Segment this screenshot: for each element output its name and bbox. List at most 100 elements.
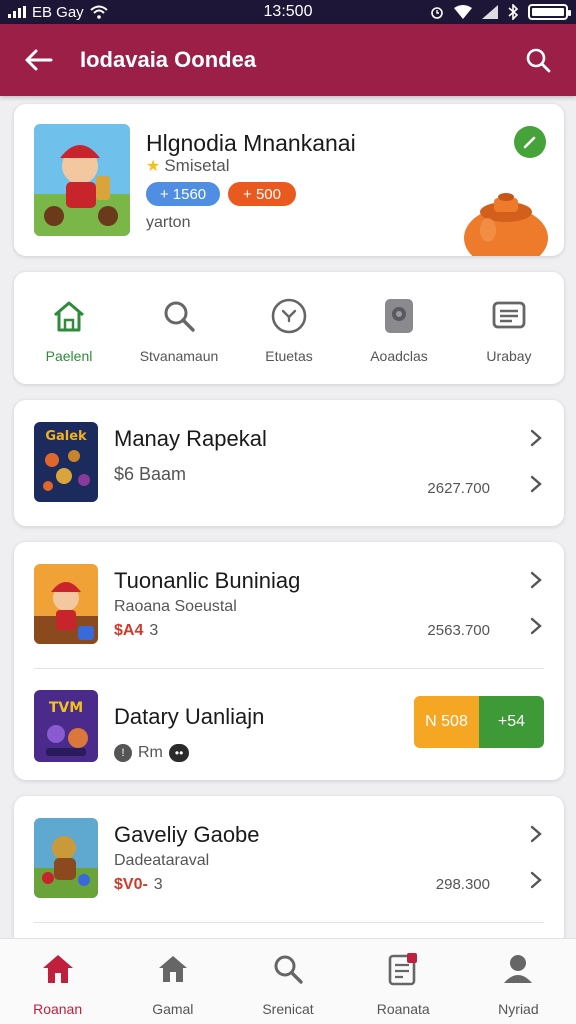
nav-item-profile[interactable]: Nyriad [461, 939, 576, 1024]
category-item[interactable]: Stvanamaun [124, 272, 234, 384]
star-icon: ★ [146, 158, 161, 175]
game-price: $V0- [114, 876, 148, 893]
game-meta: ! Rm •• [114, 744, 190, 762]
game-meta-extra: 3 [149, 622, 159, 639]
game-amount: 298.300 [435, 876, 490, 893]
compass-icon [269, 296, 309, 336]
battery-icon [528, 4, 571, 20]
game-thumbnail: TVM [34, 690, 98, 762]
list-item[interactable]: TVM Datary Uanliajn ! Rm •• N 508 +54 [14, 670, 564, 780]
nav-item-home[interactable]: Roanan [0, 939, 115, 1024]
nav-label: Nyriad [498, 1001, 539, 1017]
category-bar: Paelenl Stvanamaun Etuetas Aoadclas Urab… [14, 272, 564, 384]
person-icon [500, 951, 536, 987]
featured-title: Hlgnodia Mnankanai [146, 130, 356, 156]
game-meta-extra: 3 [153, 876, 163, 893]
category-label: Aoadclas [370, 348, 428, 364]
svg-text:TVM: TVM [49, 700, 83, 716]
list-item[interactable]: Galek Manay Rapekal $6 Baam 2627.700 [14, 400, 564, 526]
pencil-icon [523, 136, 536, 149]
nav-label: Srenicat [262, 1001, 314, 1017]
game-card[interactable]: Gaveliy Gaobe Dadeataraval $V0- 3 298.30… [14, 796, 564, 946]
game-thumbnail: Galek [34, 422, 98, 502]
chevron-right-icon[interactable] [528, 824, 544, 844]
chevron-right-icon[interactable] [528, 428, 544, 448]
game-meta-text: Rm [138, 744, 163, 761]
category-label: Paelenl [45, 348, 93, 364]
game-meta: $6 Baam [114, 464, 187, 484]
nav-item-search[interactable]: Srenicat [230, 939, 345, 1024]
chevron-right-icon[interactable] [528, 570, 544, 590]
pot-illustration [464, 193, 548, 256]
featured-game-thumbnail [34, 124, 130, 236]
game-title: Manay Rapekal [114, 426, 267, 451]
divider [34, 668, 544, 669]
document-icon [385, 951, 421, 987]
divider [34, 922, 544, 923]
bluetooth-icon [508, 4, 518, 20]
game-price: $A4 [114, 622, 144, 639]
house-icon [155, 951, 191, 987]
status-bar: EB Gay 13:500 [0, 0, 576, 24]
search-icon [526, 48, 551, 73]
game-meta: $A4 3 [114, 622, 158, 640]
category-label: Etuetas [265, 348, 313, 364]
wifi-icon [90, 5, 108, 19]
chevron-right-icon[interactable] [528, 870, 544, 890]
category-label: Urabay [486, 348, 532, 364]
game-thumbnail [34, 818, 98, 898]
search-button[interactable] [518, 40, 558, 80]
nav-item-documents[interactable]: Roanata [346, 939, 461, 1024]
search-icon [270, 951, 306, 987]
split-left-button[interactable]: N 508 [414, 696, 479, 748]
category-item[interactable]: Paelenl [14, 272, 124, 384]
split-right-button[interactable]: +54 [479, 696, 544, 748]
split-action-button[interactable]: N 508 +54 [414, 696, 544, 748]
game-thumbnail [34, 564, 98, 644]
arrow-left-icon [25, 49, 53, 71]
search-icon [159, 296, 199, 336]
featured-pill-blue[interactable]: + 1560 [146, 182, 220, 206]
list-item[interactable]: Gaveliy Gaobe Dadeataraval $V0- 3 298.30… [14, 796, 564, 922]
category-item[interactable]: Etuetas [234, 272, 344, 384]
featured-subtitle-text: Smisetal [164, 156, 230, 175]
edit-button[interactable] [514, 126, 546, 158]
info-icon: ! [114, 744, 132, 762]
featured-subtitle: ★ Smisetal [146, 156, 230, 176]
category-item[interactable]: Aoadclas [344, 272, 454, 384]
game-card-group: Tuonanlic Buniniag Raoana Soeustal $A4 3… [14, 542, 564, 780]
game-meta: $V0- 3 [114, 876, 163, 894]
game-amount: 2627.700 [427, 480, 490, 497]
chevron-right-icon[interactable] [528, 616, 544, 636]
list-item[interactable]: Tuonanlic Buniniag Raoana Soeustal $A4 3… [14, 542, 564, 668]
featured-pill-orange[interactable]: + 500 [228, 182, 296, 206]
game-amount: 2563.700 [427, 622, 490, 639]
wifi-full-icon [454, 5, 472, 19]
bottom-nav: Roanan Gamal Srenicat Roanata Nyriad [0, 938, 576, 1024]
cell-signal-icon [482, 5, 498, 19]
chevron-right-icon[interactable] [528, 474, 544, 494]
category-label: Stvanamaun [139, 348, 219, 364]
nav-label: Roanata [376, 1001, 430, 1017]
featured-footer: yarton [146, 214, 191, 231]
home-icon [40, 951, 76, 987]
game-card[interactable]: Galek Manay Rapekal $6 Baam 2627.700 [14, 400, 564, 526]
nav-item-games[interactable]: Gamal [115, 939, 230, 1024]
featured-card[interactable]: Hlgnodia Mnankanai ★ Smisetal + 1560 + 5… [14, 104, 564, 256]
game-subtitle: Raoana Soeustal [114, 598, 237, 615]
home-outline-icon [49, 296, 89, 336]
more-icon[interactable]: •• [168, 744, 190, 762]
device-icon [379, 296, 419, 336]
app-bar: Iodavaia Oondea [0, 24, 576, 96]
signal-icon [8, 6, 26, 18]
carrier-label: EB Gay [32, 3, 84, 21]
nav-label: Roanan [33, 1001, 83, 1017]
game-title: Tuonanlic Buniniag [114, 568, 301, 593]
message-icon [489, 296, 529, 336]
game-title: Gaveliy Gaobe [114, 822, 260, 847]
game-subtitle: Dadeataraval [114, 852, 210, 869]
category-item[interactable]: Urabay [454, 272, 564, 384]
page-title: Iodavaia Oondea [80, 47, 257, 72]
game-title: Datary Uanliajn [114, 704, 265, 729]
back-button[interactable] [18, 40, 58, 80]
